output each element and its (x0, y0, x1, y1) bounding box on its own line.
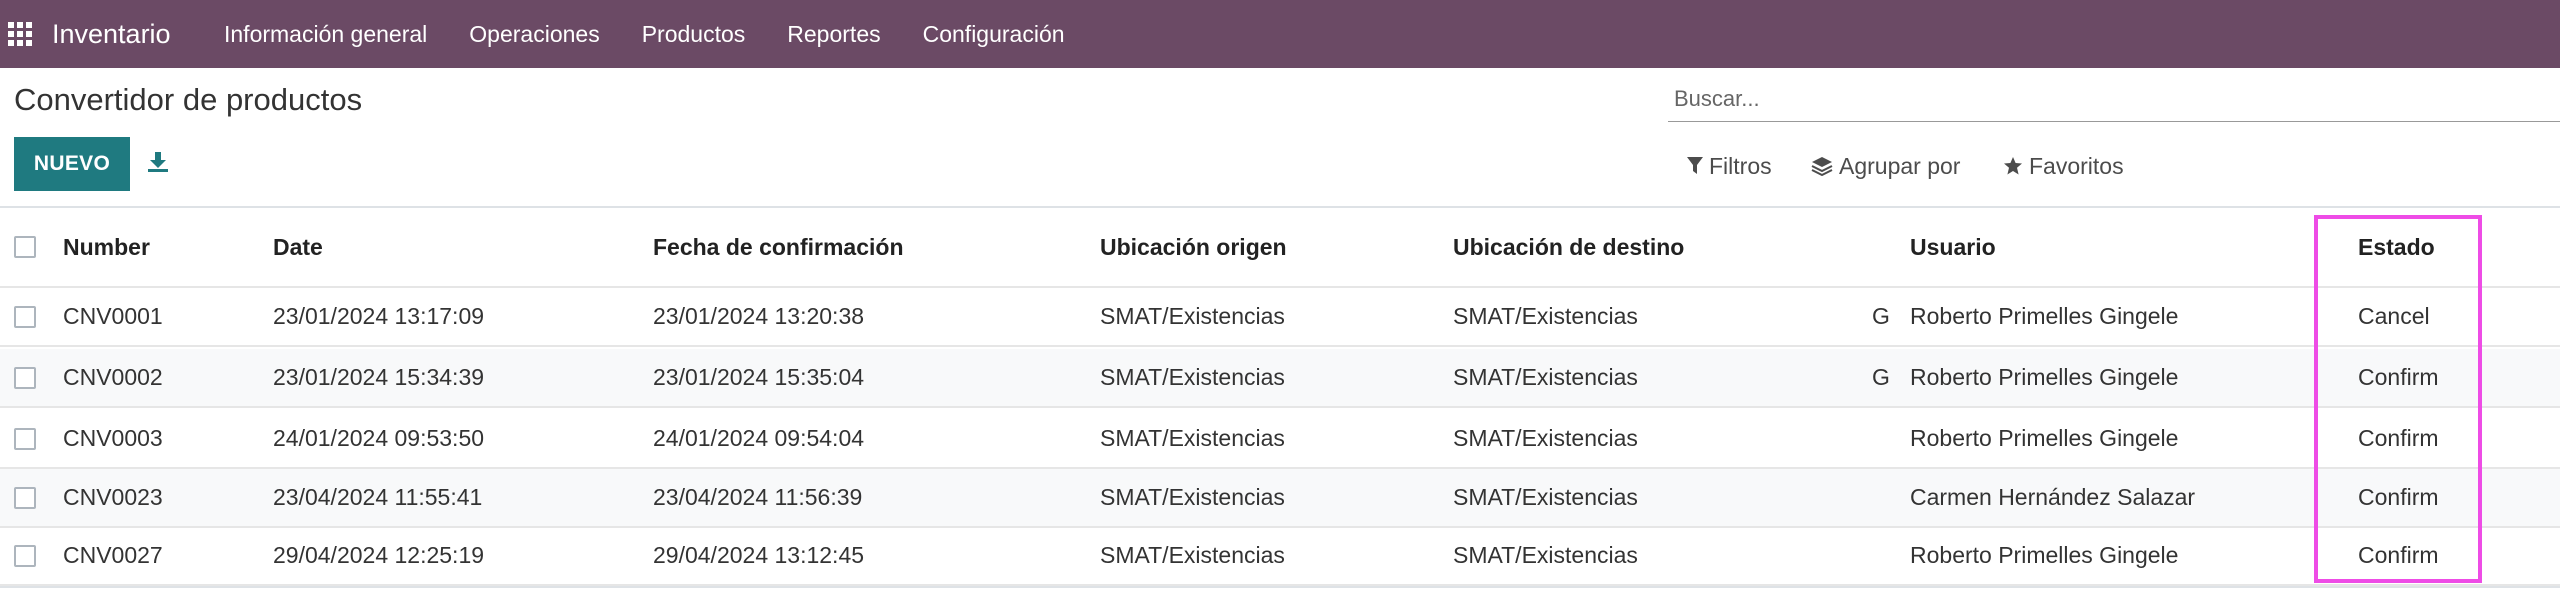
cell-confirm-date: 24/01/2024 09:54:04 (653, 425, 865, 451)
cell-number: CNV0001 (63, 303, 163, 329)
cell-truncated-fragment: G (1872, 303, 1890, 329)
cell-destination: SMAT/Existencias (1453, 542, 1638, 568)
star-icon (2004, 157, 2022, 175)
menu-item-configuracion[interactable]: Configuración (923, 0, 1065, 68)
cell-confirm-date: 23/01/2024 13:20:38 (653, 303, 865, 329)
row-checkbox[interactable] (14, 428, 36, 450)
apps-grid-icon[interactable] (8, 22, 32, 46)
cell-origin: SMAT/Existencias (1100, 425, 1285, 451)
column-header-date[interactable]: Date (273, 208, 323, 286)
column-header-estado[interactable]: Estado (2358, 208, 2435, 286)
filters-label: Filtros (1709, 152, 1772, 179)
filter-icon (1687, 157, 1703, 174)
table-row[interactable]: CNV0027 29/04/2024 12:25:19 29/04/2024 1… (0, 527, 2560, 586)
favorites-label: Favoritos (2029, 152, 2124, 179)
table-header-row: Number Date Fecha de confirmación Ubicac… (0, 208, 2560, 288)
cell-user: Roberto Primelles Gingele (1910, 425, 2179, 451)
table-row[interactable]: CNV0023 23/04/2024 11:55:41 23/04/2024 1… (0, 469, 2560, 528)
cell-user: Roberto Primelles Gingele (1910, 303, 2179, 329)
cell-state: Confirm (2358, 542, 2439, 568)
cell-destination: SMAT/Existencias (1453, 484, 1638, 510)
column-header-fecha-confirmacion[interactable]: Fecha de confirmación (653, 208, 904, 286)
cell-origin: SMAT/Existencias (1100, 484, 1285, 510)
cell-confirm-date: 23/04/2024 11:56:39 (653, 484, 863, 510)
cell-destination: SMAT/Existencias (1453, 425, 1638, 451)
group-by-button[interactable]: Agrupar por (1811, 150, 1960, 182)
row-checkbox[interactable] (14, 306, 36, 328)
menu-item-informacion-general[interactable]: Información general (224, 0, 427, 68)
table-bottom-rule (0, 586, 2560, 588)
cell-date: 24/01/2024 09:53:50 (273, 425, 485, 451)
cell-user: Carmen Hernández Salazar (1910, 484, 2196, 510)
favorites-button[interactable]: Favoritos (2003, 150, 2124, 182)
search-input[interactable] (1674, 82, 2534, 116)
cell-origin: SMAT/Existencias (1100, 542, 1285, 568)
row-checkbox[interactable] (14, 367, 36, 389)
column-header-usuario[interactable]: Usuario (1910, 208, 1996, 286)
new-button[interactable]: NUEVO (14, 137, 130, 191)
cell-destination: SMAT/Existencias (1453, 303, 1638, 329)
main-menu: Información general Operaciones Producto… (224, 0, 1107, 68)
app-name[interactable]: Inventario (52, 0, 171, 68)
optional-columns-toggle-icon[interactable]: ⋮ (2552, 208, 2560, 286)
row-checkbox[interactable] (14, 545, 36, 567)
select-all-checkbox[interactable] (14, 236, 36, 258)
cell-number: CNV0027 (63, 542, 163, 568)
column-header-ubicacion-origen[interactable]: Ubicación origen (1100, 208, 1287, 286)
cell-date: 23/01/2024 13:17:09 (273, 303, 485, 329)
cell-user: Roberto Primelles Gingele (1910, 542, 2179, 568)
table-row[interactable]: CNV0001 23/01/2024 13:17:09 23/01/2024 1… (0, 288, 2560, 347)
table-row[interactable]: CNV0002 23/01/2024 15:34:39 23/01/2024 1… (0, 349, 2560, 408)
column-header-ubicacion-destino[interactable]: Ubicación de destino (1453, 208, 1684, 286)
cell-state: Confirm (2358, 425, 2439, 451)
table-row[interactable]: CNV0003 24/01/2024 09:53:50 24/01/2024 0… (0, 410, 2560, 469)
cell-confirm-date: 29/04/2024 13:12:45 (653, 542, 865, 568)
cell-number: CNV0003 (63, 425, 163, 451)
search-box (1668, 76, 2560, 122)
top-navbar: Inventario Información general Operacion… (0, 0, 2560, 68)
cell-state: Cancel (2358, 303, 2430, 329)
cell-state: Confirm (2358, 364, 2439, 390)
menu-item-operaciones[interactable]: Operaciones (469, 0, 599, 68)
cell-state: Confirm (2358, 484, 2439, 510)
cell-number: CNV0002 (63, 364, 163, 390)
layers-icon (1811, 157, 1833, 176)
filters-button[interactable]: Filtros (1687, 150, 1772, 182)
group-by-label: Agrupar por (1839, 152, 1961, 179)
column-header-number[interactable]: Number (63, 208, 150, 286)
cell-date: 23/01/2024 15:34:39 (273, 364, 485, 390)
menu-item-productos[interactable]: Productos (642, 0, 746, 68)
cell-user: Roberto Primelles Gingele (1910, 364, 2179, 390)
cell-truncated-fragment: G (1872, 364, 1890, 390)
row-checkbox[interactable] (14, 487, 36, 509)
page-title: Convertidor de productos (14, 82, 363, 117)
cell-confirm-date: 23/01/2024 15:35:04 (653, 364, 865, 390)
download-icon[interactable] (146, 150, 170, 174)
cell-number: CNV0023 (63, 484, 163, 510)
cell-date: 23/04/2024 11:55:41 (273, 484, 483, 510)
cell-destination: SMAT/Existencias (1453, 364, 1638, 390)
cell-origin: SMAT/Existencias (1100, 303, 1285, 329)
cell-date: 29/04/2024 12:25:19 (273, 542, 485, 568)
menu-item-reportes[interactable]: Reportes (787, 0, 880, 68)
cell-origin: SMAT/Existencias (1100, 364, 1285, 390)
